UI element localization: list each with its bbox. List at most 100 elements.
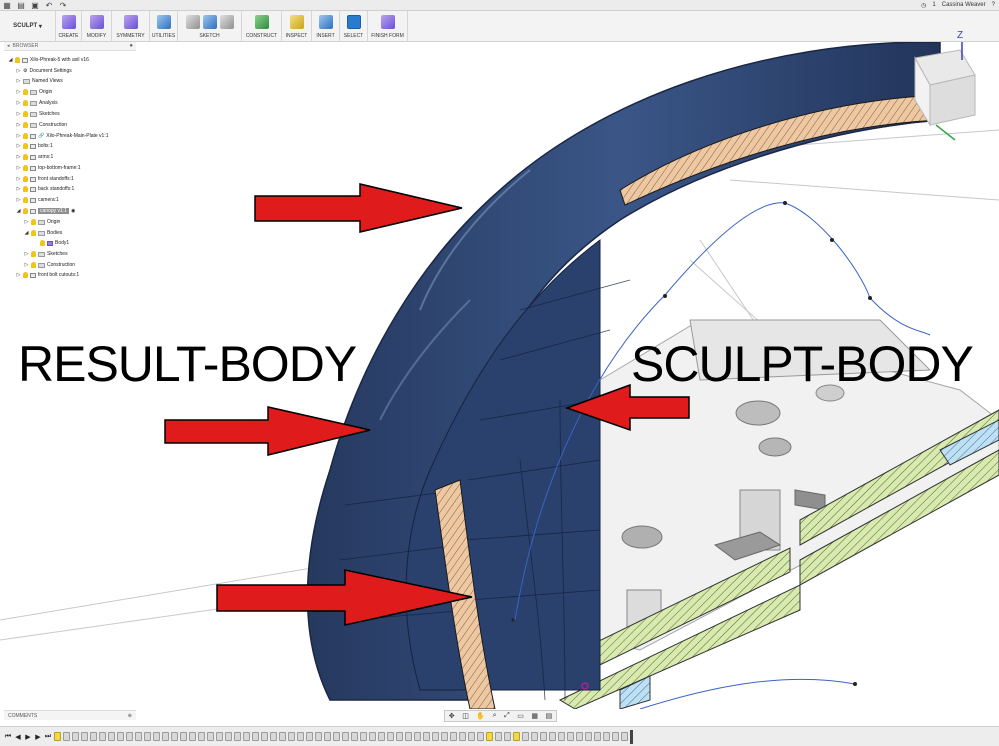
- tree-root[interactable]: ◢ Xilo-Phreak-5 with axil v16: [8, 55, 89, 65]
- symmetry-group[interactable]: SYMMETRY: [112, 11, 150, 41]
- play-icon[interactable]: ▶: [24, 733, 32, 741]
- select-group[interactable]: SELECT: [340, 11, 368, 41]
- workspace-switcher[interactable]: SCULPT ▾: [0, 11, 56, 41]
- go-to-end-icon[interactable]: ⏭: [44, 733, 52, 741]
- timeline-feature[interactable]: [432, 732, 439, 741]
- timeline-feature[interactable]: [612, 732, 619, 741]
- comments-panel[interactable]: COMMENTS ⊕: [4, 710, 136, 720]
- orbit-icon[interactable]: ✥: [449, 712, 455, 720]
- visibility-bulb-icon[interactable]: [23, 208, 28, 214]
- visibility-bulb-icon[interactable]: [23, 100, 28, 106]
- tree-item-body1[interactable]: Body1: [40, 238, 69, 248]
- timeline-feature[interactable]: [270, 732, 277, 741]
- timeline-feature[interactable]: [279, 732, 286, 741]
- finish-form-icon[interactable]: [380, 15, 395, 29]
- timeline-feature[interactable]: [405, 732, 412, 741]
- sketch-rectangle-icon[interactable]: [219, 15, 234, 29]
- timeline-feature[interactable]: [468, 732, 475, 741]
- timeline-feature[interactable]: [603, 732, 610, 741]
- tree-item-camera[interactable]: ▷ camera:1: [16, 195, 59, 205]
- tree-item-origin[interactable]: ▷ Origin: [16, 87, 52, 97]
- timeline-feature[interactable]: [549, 732, 556, 741]
- visibility-bulb-icon[interactable]: [31, 219, 36, 225]
- construct-plane-icon[interactable]: [254, 15, 269, 29]
- zoom-icon[interactable]: ⌕: [493, 712, 497, 720]
- timeline-feature[interactable]: [63, 732, 70, 741]
- tree-item-canopy-construction[interactable]: ▷ Construction: [24, 260, 75, 270]
- timeline-feature[interactable]: [342, 732, 349, 741]
- timeline-feature[interactable]: [135, 732, 142, 741]
- clock-icon[interactable]: ◷: [921, 2, 926, 9]
- undo-icon[interactable]: ↶: [42, 0, 56, 11]
- inspect-group[interactable]: INSPECT: [282, 11, 312, 41]
- timeline-feature[interactable]: [522, 732, 529, 741]
- step-back-icon[interactable]: ◀: [14, 733, 22, 741]
- tree-item-front-standoffs[interactable]: ▷ front standoffs:1: [16, 174, 74, 184]
- visibility-bulb-icon[interactable]: [23, 133, 28, 139]
- create-box-icon[interactable]: [61, 15, 76, 29]
- expand-arrow-icon[interactable]: ▷: [16, 111, 21, 117]
- expand-arrow-icon[interactable]: ▷: [16, 143, 21, 149]
- tree-item-canopy-origin[interactable]: ▷ Origin: [24, 217, 60, 227]
- timeline-feature[interactable]: [441, 732, 448, 741]
- timeline-feature[interactable]: [171, 732, 178, 741]
- tree-item-main-plate[interactable]: ▷ 🔗 Xilo-Phreak-Main-Plate v1:1: [16, 131, 108, 141]
- expand-arrow-icon[interactable]: ▷: [16, 68, 21, 74]
- timeline-feature[interactable]: [72, 732, 79, 741]
- timeline-feature[interactable]: [54, 732, 61, 741]
- timeline-feature[interactable]: [117, 732, 124, 741]
- visibility-bulb-icon[interactable]: [31, 251, 36, 257]
- utilities-icon[interactable]: [156, 15, 171, 29]
- timeline-feature[interactable]: [594, 732, 601, 741]
- visibility-bulb-icon[interactable]: [23, 197, 28, 203]
- display-settings-icon[interactable]: ▭: [517, 712, 524, 720]
- go-to-start-icon[interactable]: ⏮: [4, 733, 12, 741]
- timeline-feature[interactable]: [486, 732, 493, 741]
- grid-menu-icon[interactable]: ▦: [0, 0, 14, 11]
- browser-header[interactable]: ◂ BROWSER ●: [4, 42, 136, 51]
- redo-icon[interactable]: ↷: [56, 0, 70, 11]
- visibility-bulb-icon[interactable]: [23, 111, 28, 117]
- timeline-feature[interactable]: [585, 732, 592, 741]
- timeline-feature[interactable]: [243, 732, 250, 741]
- pan-icon[interactable]: ✋: [476, 712, 485, 720]
- timeline-feature[interactable]: [234, 732, 241, 741]
- timeline-feature[interactable]: [423, 732, 430, 741]
- comments-add-icon[interactable]: ⊕: [128, 713, 132, 719]
- tree-item-bolts[interactable]: ▷ bolts:1: [16, 141, 53, 151]
- timeline-feature[interactable]: [333, 732, 340, 741]
- timeline-feature[interactable]: [351, 732, 358, 741]
- timeline-feature[interactable]: [513, 732, 520, 741]
- timeline-feature[interactable]: [504, 732, 511, 741]
- insert-image-icon[interactable]: [318, 15, 333, 29]
- timeline-feature[interactable]: [126, 732, 133, 741]
- step-forward-icon[interactable]: ▶: [34, 733, 42, 741]
- visibility-bulb-icon[interactable]: [23, 165, 28, 171]
- timeline-feature[interactable]: [225, 732, 232, 741]
- timeline-feature[interactable]: [288, 732, 295, 741]
- timeline-feature[interactable]: [477, 732, 484, 741]
- timeline-feature[interactable]: [108, 732, 115, 741]
- insert-group[interactable]: INSERT: [312, 11, 340, 41]
- visibility-bulb-icon[interactable]: [40, 240, 45, 246]
- create-sketch-icon[interactable]: [185, 15, 200, 29]
- visibility-bulb-icon[interactable]: [31, 230, 36, 236]
- save-icon[interactable]: ▣: [28, 0, 42, 11]
- timeline-marker[interactable]: [630, 729, 633, 744]
- timeline-feature[interactable]: [576, 732, 583, 741]
- timeline-feature[interactable]: [414, 732, 421, 741]
- collapse-arrow-icon[interactable]: ◢: [8, 57, 13, 63]
- tree-item-construction[interactable]: ▷ Construction: [16, 120, 67, 130]
- expand-arrow-icon[interactable]: ▷: [16, 89, 21, 95]
- tree-item-bodies[interactable]: ◢ Bodies: [24, 228, 62, 238]
- timeline-feature[interactable]: [387, 732, 394, 741]
- visibility-bulb-icon[interactable]: [23, 176, 28, 182]
- expand-arrow-icon[interactable]: ▷: [16, 78, 21, 84]
- timeline-feature[interactable]: [306, 732, 313, 741]
- help-icon[interactable]: ?: [992, 2, 995, 8]
- timeline-feature[interactable]: [216, 732, 223, 741]
- timeline-feature[interactable]: [144, 732, 151, 741]
- measure-icon[interactable]: [289, 15, 304, 29]
- timeline-feature[interactable]: [198, 732, 205, 741]
- tree-item-arms[interactable]: ▷ arms:1: [16, 152, 53, 162]
